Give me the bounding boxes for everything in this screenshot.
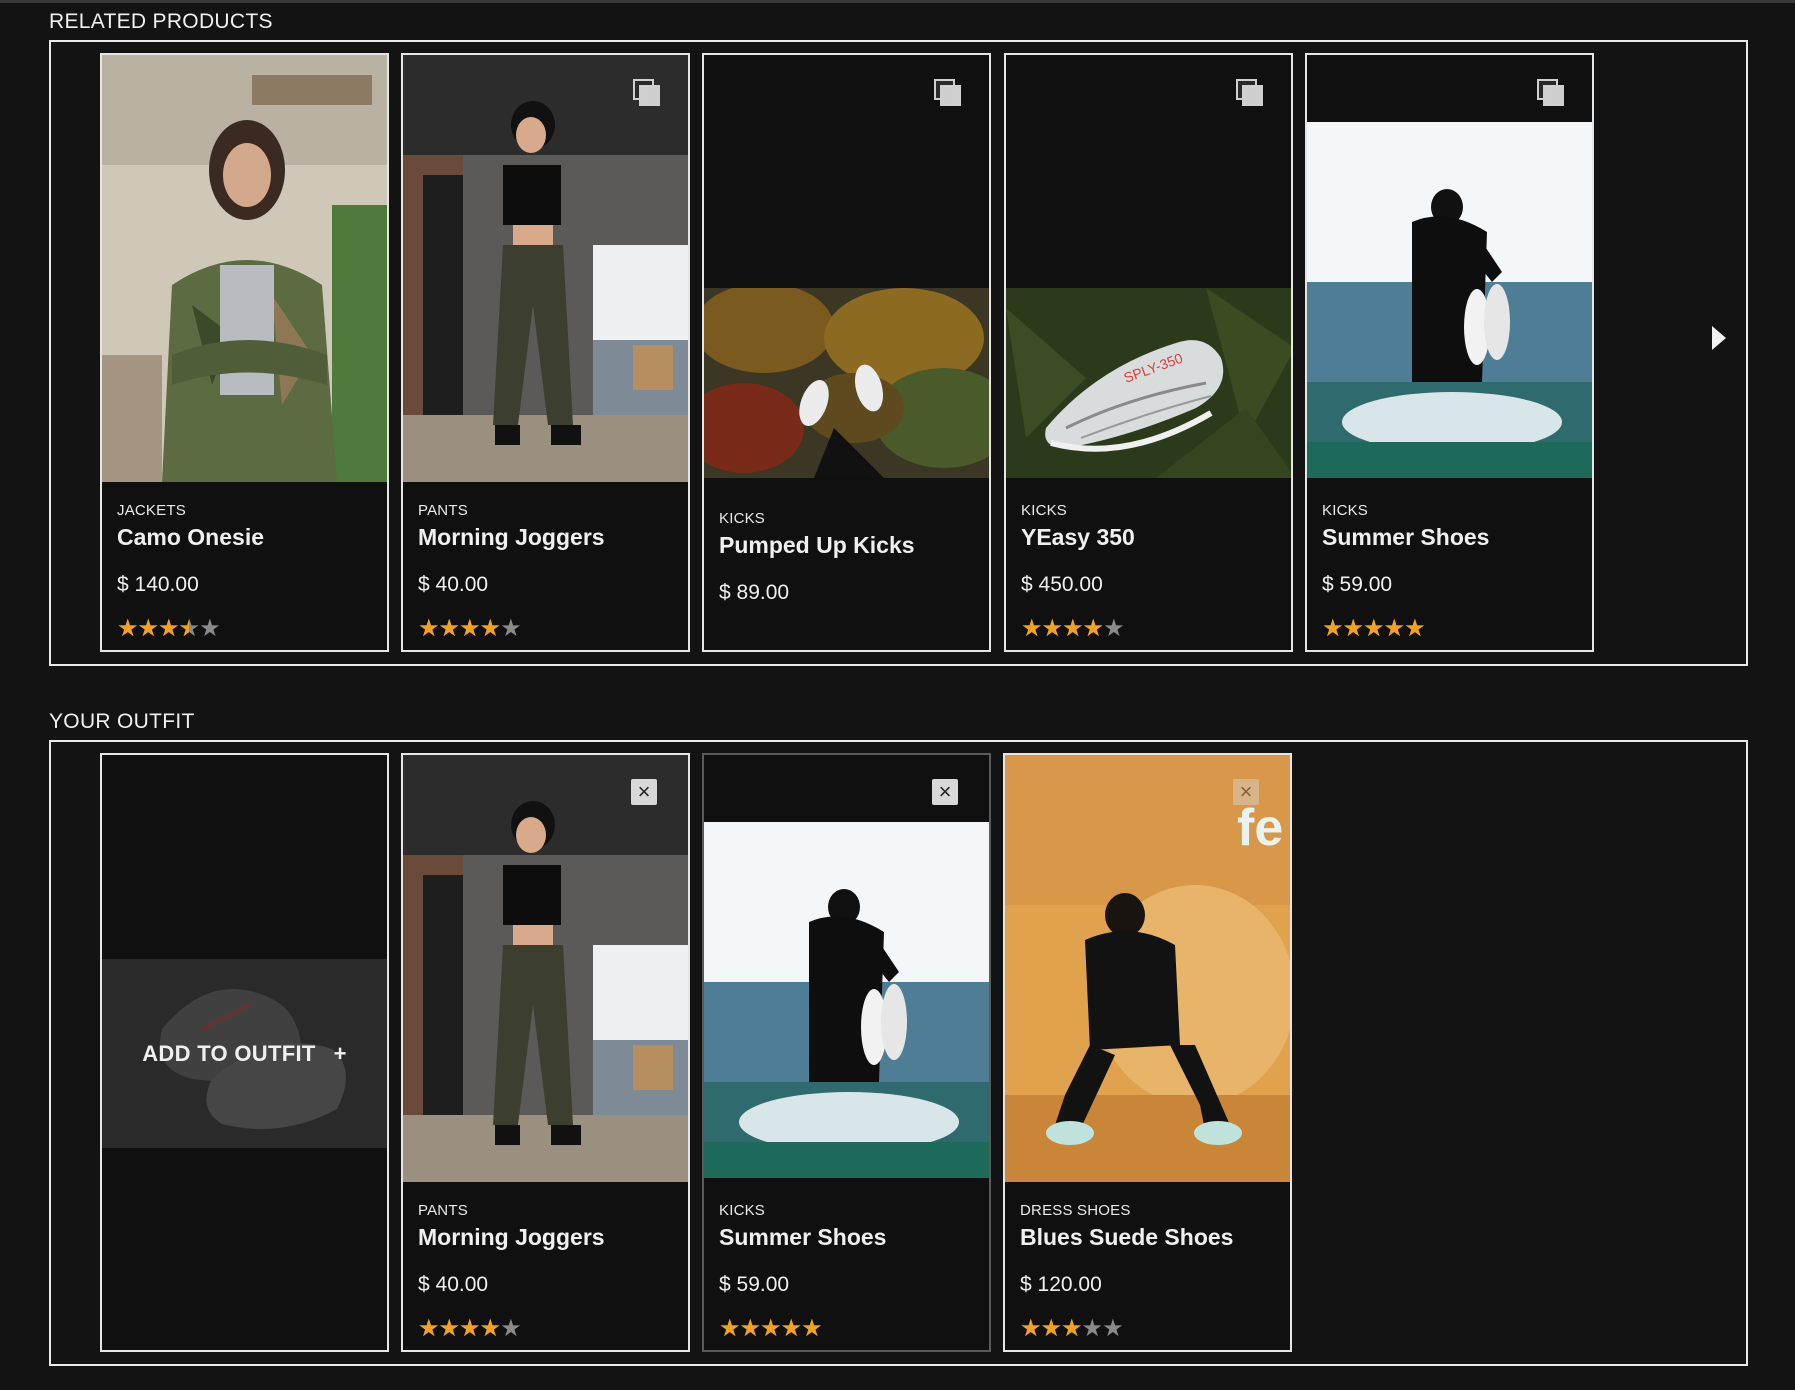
product-price: $ 450.00 [1021, 573, 1103, 596]
star-rating-filled: ★★★★★ [418, 1317, 501, 1341]
product-category: PANTS [418, 502, 468, 519]
star-rating: ★★★★★★★★★★ [719, 1317, 979, 1341]
star-rating: ★★★★★★★★★★ [418, 1317, 678, 1341]
product-image [102, 55, 387, 482]
product-category: DRESS SHOES [1020, 1202, 1131, 1219]
star-rating-filled: ★★★★★ [418, 617, 501, 641]
add-to-outfit-card[interactable]: ADD TO OUTFIT + [100, 753, 389, 1352]
svg-text:fe: fe [1237, 799, 1283, 857]
product-image [403, 55, 688, 482]
add-to-outfit-label: ADD TO OUTFIT [142, 1040, 316, 1066]
add-to-outfit-button[interactable]: ADD TO OUTFIT + [102, 959, 387, 1148]
product-name: Pumped Up Kicks [719, 532, 915, 558]
product-name: Summer Shoes [1322, 524, 1490, 550]
product-category: PANTS [418, 1202, 468, 1219]
star-rating: ★★★★★★★★★★ [1020, 1317, 1280, 1341]
product-category: KICKS [719, 510, 766, 527]
product-name: Camo Onesie [117, 524, 264, 550]
star-rating-filled: ★★★★★ [117, 617, 189, 641]
product-name: Blues Suede Shoes [1020, 1224, 1234, 1250]
product-price: $ 40.00 [418, 573, 489, 596]
star-rating-filled: ★★★★★ [719, 1317, 822, 1341]
product-name: YEasy 350 [1021, 524, 1135, 550]
product-category: JACKETS [117, 502, 186, 519]
remove-close-icon[interactable]: × [631, 779, 657, 805]
remove-close-icon[interactable]: × [1233, 779, 1259, 805]
related-card-camo-onesie[interactable]: JACKETS Camo Onesie $ 140.00 ★★★★★★★★★★ [100, 53, 389, 652]
top-divider [0, 0, 1795, 3]
star-rating: ★★★★★★★★★★ [1021, 617, 1281, 641]
product-image: SPLY-350 [1006, 288, 1291, 478]
star-rating: ★★★★★★★★★★ [1322, 617, 1582, 641]
product-name: Summer Shoes [719, 1224, 887, 1250]
product-name: Morning Joggers [418, 1224, 605, 1250]
remove-close-icon[interactable]: × [932, 779, 958, 805]
product-image [1307, 122, 1592, 478]
compare-icon[interactable] [1537, 79, 1564, 106]
product-category: KICKS [1322, 502, 1369, 519]
outfit-card-morning-joggers[interactable]: × PANTS Morning Joggers $ 40.00 ★★★★★ ★★★… [401, 753, 690, 1352]
product-image [704, 288, 989, 478]
compare-icon[interactable] [934, 79, 961, 106]
related-card-morning-joggers[interactable]: PANTS Morning Joggers $ 40.00 ★★★★★★★★★★ [401, 53, 690, 652]
product-price: $ 40.00 [418, 1273, 489, 1296]
product-price: $ 120.00 [1020, 1273, 1102, 1296]
compare-icon[interactable] [1236, 79, 1263, 106]
outfit-card-summer-shoes[interactable]: × KICKS Summer Shoes $ 59.00 ★★★★★ ★★★★★ [702, 753, 991, 1352]
product-image: fe [1005, 755, 1290, 1182]
star-rating-filled: ★★★★★ [1322, 617, 1425, 641]
product-name: Morning Joggers [418, 524, 605, 550]
your-outfit-carousel: ADD TO OUTFIT + × PANTS Morning Joggers … [49, 740, 1748, 1366]
carousel-next-icon[interactable] [1712, 326, 1726, 350]
product-price: $ 89.00 [719, 581, 790, 604]
star-rating: ★★★★★★★★★★ [418, 617, 678, 641]
compare-icon[interactable] [633, 79, 660, 106]
your-outfit-title: YOUR OUTFIT [49, 710, 195, 733]
product-price: $ 140.00 [117, 573, 199, 596]
related-products-carousel: JACKETS Camo Onesie $ 140.00 ★★★★★★★★★★ [49, 40, 1748, 666]
product-category: KICKS [1021, 502, 1068, 519]
related-card-pumped-up-kicks[interactable]: KICKS Pumped Up Kicks $ 89.00 [702, 53, 991, 652]
star-rating: ★★★★★★★★★★ [117, 617, 377, 641]
star-rating-filled: ★★★★★ [1021, 617, 1104, 641]
product-price: $ 59.00 [1322, 573, 1393, 596]
product-price: $ 59.00 [719, 1273, 790, 1296]
related-card-yeasy-350[interactable]: SPLY-350 KICKS YEasy 350 $ 450.00 ★★★★★ ★… [1004, 53, 1293, 652]
plus-icon: + [333, 1040, 347, 1066]
related-products-title: RELATED PRODUCTS [49, 10, 273, 33]
outfit-card-blues-suede-shoes[interactable]: fe × DRESS SHOES Blues Suede Shoes $ 120… [1003, 753, 1292, 1352]
product-image [704, 822, 989, 1178]
star-rating-filled: ★★★★★ [1020, 1317, 1082, 1341]
product-image [403, 755, 688, 1182]
related-card-summer-shoes[interactable]: KICKS Summer Shoes $ 59.00 ★★★★★ ★★★★★ [1305, 53, 1594, 652]
product-category: KICKS [719, 1202, 766, 1219]
